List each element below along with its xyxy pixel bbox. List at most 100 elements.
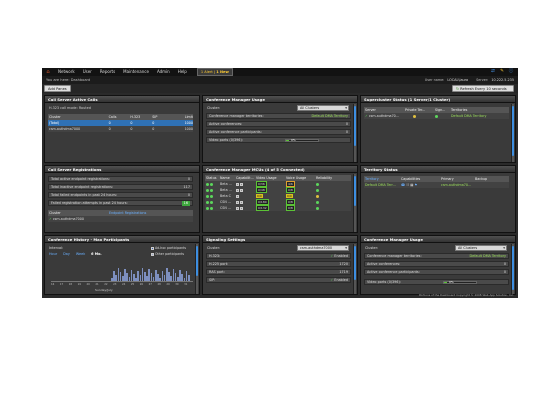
active-conferences-row: Active conferences: 0 — [364, 261, 509, 267]
menu-maintenance[interactable]: Maintenance — [119, 68, 153, 76]
cell-territory[interactable]: Default DMA Terr... — [364, 182, 400, 188]
scrollbar-thumb[interactable] — [196, 246, 198, 276]
participants-row: Active conference participants: 0 — [206, 129, 351, 135]
x-tick-label: 26 — [139, 283, 144, 286]
table-row[interactable]: ✓ csm-authdma70... Default DMA Territory — [364, 113, 509, 119]
capability-icon — [236, 182, 239, 186]
cluster-select[interactable]: All Clusters — [297, 105, 349, 111]
cell-cluster: ✓ csm-authdma7000 — [48, 216, 188, 222]
refresh-icon[interactable]: ⇄ — [490, 69, 496, 75]
mcus-panel: Conference Manager MCUs (4 of 5 Connecte… — [202, 165, 358, 233]
interval-week[interactable]: Week — [76, 252, 85, 256]
home-icon[interactable]: ⌂ — [45, 69, 51, 75]
scrollbar[interactable] — [511, 104, 514, 162]
active-calls-panel: Call Server Active Calls H.323 call mode… — [44, 95, 200, 163]
menu-reports[interactable]: Reports — [96, 68, 119, 76]
panel-title: Signaling Settings — [203, 236, 357, 243]
scrollbar-thumb[interactable] — [354, 246, 356, 280]
cell-territories[interactable]: Default DMA Territory — [450, 113, 500, 119]
table-row[interactable]: CSN ... 0/132 0/8 — [205, 205, 351, 211]
document-icon: ▤ — [410, 183, 414, 187]
x-tick-label: 21 — [95, 283, 99, 286]
cluster-select[interactable]: csm-authdma7000 — [297, 245, 349, 251]
interval-tabs: Hour Day Week 6 Mo. — [49, 252, 102, 256]
territories-label: Conference manager territories: — [209, 114, 264, 118]
x-tick-label: 31 — [184, 283, 188, 286]
menu-help[interactable]: Help — [174, 68, 191, 76]
status-icon — [210, 194, 213, 198]
cell-sip: 0 — [152, 127, 155, 131]
signaling-label: H.323: — [209, 254, 221, 258]
refresh-interval-select[interactable]: ↻ Refresh Every 10 seconds — [452, 85, 514, 92]
conference-usage-panel-2: Conference Manager Usage Cluster: All Cl… — [360, 235, 516, 295]
x-tick-label: 27 — [148, 283, 152, 286]
add-panes-button[interactable]: Add Panes — [44, 85, 71, 92]
video-ports-label: Video ports (0/396): — [209, 138, 243, 142]
alert-badge[interactable]: 1 Alert | 1 New — [196, 68, 233, 76]
scrollbar[interactable] — [353, 244, 356, 294]
territories-link[interactable]: Default DMA Territory — [312, 114, 348, 119]
interval-6mo[interactable]: 6 Mo. — [91, 252, 102, 256]
interval-day[interactable]: Day — [63, 252, 70, 256]
lock-icon[interactable]: ✎ — [499, 69, 505, 75]
cluster-label: Cluster: — [207, 246, 221, 250]
reliability-icon — [316, 188, 319, 192]
capability-icon — [236, 206, 239, 210]
table-row[interactable]: csm-authdma7000 0 0 0 1000 — [48, 126, 193, 132]
table-row[interactable]: ✓ csm-authdma7000 — [48, 216, 193, 222]
interval-hour[interactable]: Hour — [49, 252, 57, 256]
territories-link[interactable]: Default DMA Territory — [470, 254, 506, 259]
scrollbar[interactable] — [353, 174, 356, 232]
scrollbar[interactable] — [511, 244, 514, 294]
x-tick-label: 28 — [157, 283, 161, 286]
capability-icon — [240, 200, 243, 204]
interval-label: Interval: — [49, 246, 64, 250]
capability-icon — [240, 206, 243, 210]
info-icon[interactable]: ⓘ — [508, 69, 514, 75]
cell-reliability — [315, 205, 343, 211]
legend-swatch — [151, 246, 154, 250]
menu-network[interactable]: Network — [54, 68, 79, 76]
x-tick-label: 20 — [86, 283, 90, 286]
call-mode: H.323 call mode: Routed — [49, 106, 91, 110]
capability-icon — [240, 188, 243, 192]
panel-title: Conference Manager MCUs (4 of 5 Connecte… — [203, 166, 357, 173]
cluster-select[interactable]: All Clusters — [455, 245, 507, 251]
scrollbar-thumb[interactable] — [512, 106, 514, 156]
status-icon — [435, 114, 438, 118]
signaling-value: 1719 — [339, 270, 348, 274]
failed-registrations-badge[interactable]: 16 — [181, 201, 190, 206]
signaling-label: RAS port: — [209, 270, 225, 274]
scrollbar[interactable] — [195, 244, 198, 294]
participants-value: 0 — [503, 270, 506, 274]
reliability-icon — [316, 182, 319, 186]
scrollbar-thumb[interactable] — [512, 246, 514, 290]
progress-fill — [444, 282, 447, 283]
registration-label: Total failed endpoints in past 24 hours: — [51, 193, 117, 197]
menu-admin[interactable]: Admin — [153, 68, 174, 76]
registrations-panel: Call Server Registrations Total active e… — [44, 165, 200, 233]
voice-usage-value: 0/8 — [286, 205, 295, 211]
cell-video-usage: 0/132 — [255, 205, 285, 211]
territory-table: Territory Capabilities Primary Backup De… — [364, 176, 509, 188]
scrollbar[interactable] — [353, 104, 356, 162]
history-x-title: Sunday/July — [95, 288, 113, 292]
panel-title: Conference History - Max Participants — [45, 236, 199, 243]
cell-signaling — [434, 113, 450, 119]
scrollbar-thumb[interactable] — [354, 106, 356, 146]
table-row[interactable]: Default DMA Terr... ☎ ☷ ▤ ⚑ csm-authdma7… — [364, 182, 509, 188]
signaling-value: 1720 — [339, 262, 348, 266]
phone-icon: ☎ — [401, 183, 406, 187]
dashboard-window: ⌂ Network User Reports Maintenance Admin… — [42, 68, 518, 298]
reliability-icon — [316, 194, 319, 198]
refresh-interval-label: Refresh Every 10 seconds — [460, 87, 507, 91]
top-right-icons: ⇄ ✎ ⓘ — [490, 69, 514, 75]
video-usage-value: 0/132 — [256, 205, 269, 211]
capability-icon — [236, 188, 239, 192]
cell-primary[interactable]: csm-authdma70... — [440, 182, 474, 188]
status-icon — [206, 194, 209, 198]
territories-label: Conference manager territories: — [367, 254, 422, 258]
top-navigation-bar: ⌂ Network User Reports Maintenance Admin… — [42, 68, 518, 76]
menu-user[interactable]: User — [79, 68, 96, 76]
scrollbar-thumb[interactable] — [354, 176, 356, 206]
